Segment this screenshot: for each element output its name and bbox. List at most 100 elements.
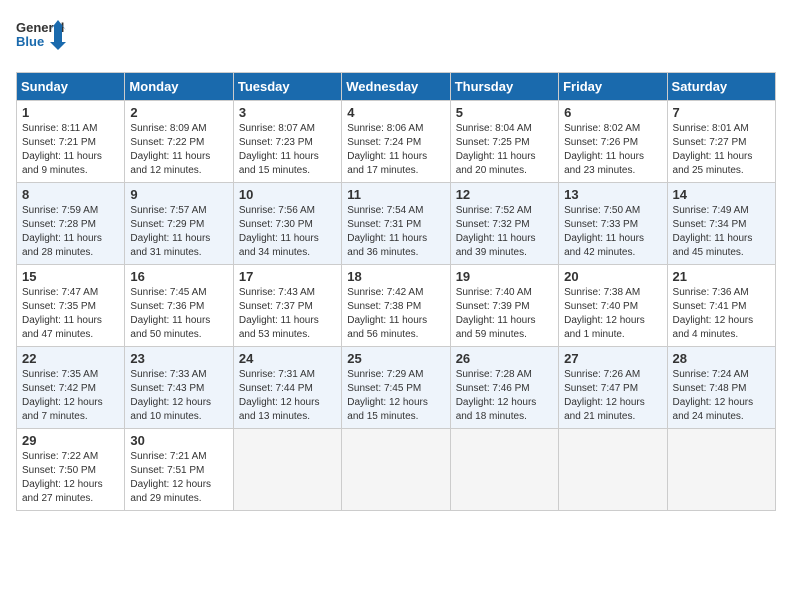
cell-content: Sunrise: 7:40 AMSunset: 7:39 PMDaylight:… — [456, 287, 536, 340]
day-number: 3 — [239, 105, 336, 120]
day-header-sunday: Sunday — [17, 73, 125, 101]
day-number: 23 — [130, 351, 227, 366]
cell-content: Sunrise: 7:59 AMSunset: 7:28 PMDaylight:… — [22, 205, 102, 258]
day-number: 26 — [456, 351, 553, 366]
calendar-week-row: 22 Sunrise: 7:35 AMSunset: 7:42 PMDayligh… — [17, 347, 776, 429]
day-header-friday: Friday — [559, 73, 667, 101]
calendar-cell: 11 Sunrise: 7:54 AMSunset: 7:31 PMDayligh… — [342, 183, 450, 265]
calendar-week-row: 8 Sunrise: 7:59 AMSunset: 7:28 PMDaylight… — [17, 183, 776, 265]
calendar-cell: 25 Sunrise: 7:29 AMSunset: 7:45 PMDayligh… — [342, 347, 450, 429]
calendar-body: 1 Sunrise: 8:11 AMSunset: 7:21 PMDaylight… — [17, 101, 776, 511]
calendar-cell: 4Sunrise: 8:06 AMSunset: 7:24 PMDaylight… — [342, 101, 450, 183]
calendar-table: SundayMondayTuesdayWednesdayThursdayFrid… — [16, 72, 776, 511]
day-number: 13 — [564, 187, 661, 202]
cell-content: Sunrise: 7:38 AMSunset: 7:40 PMDaylight:… — [564, 287, 645, 340]
cell-content: Sunrise: 7:33 AMSunset: 7:43 PMDaylight:… — [130, 369, 211, 422]
calendar-cell — [450, 429, 558, 511]
day-number: 20 — [564, 269, 661, 284]
day-number: 25 — [347, 351, 444, 366]
day-number: 1 — [22, 105, 119, 120]
cell-content: Sunrise: 8:02 AMSunset: 7:26 PMDaylight:… — [564, 123, 644, 176]
calendar-cell: 16 Sunrise: 7:45 AMSunset: 7:36 PMDayligh… — [125, 265, 233, 347]
calendar-header-row: SundayMondayTuesdayWednesdayThursdayFrid… — [17, 73, 776, 101]
calendar-cell: 8 Sunrise: 7:59 AMSunset: 7:28 PMDaylight… — [17, 183, 125, 265]
calendar-cell — [667, 429, 775, 511]
cell-content: Sunrise: 7:42 AMSunset: 7:38 PMDaylight:… — [347, 287, 427, 340]
day-number: 5 — [456, 105, 553, 120]
day-number: 18 — [347, 269, 444, 284]
cell-content: Sunrise: 8:11 AMSunset: 7:21 PMDaylight:… — [22, 123, 102, 176]
cell-content: Sunrise: 7:31 AMSunset: 7:44 PMDaylight:… — [239, 369, 320, 422]
day-number: 7 — [673, 105, 770, 120]
calendar-cell: 18 Sunrise: 7:42 AMSunset: 7:38 PMDayligh… — [342, 265, 450, 347]
cell-content: Sunrise: 7:43 AMSunset: 7:37 PMDaylight:… — [239, 287, 319, 340]
day-number: 22 — [22, 351, 119, 366]
calendar-cell: 12 Sunrise: 7:52 AMSunset: 7:32 PMDayligh… — [450, 183, 558, 265]
cell-content: Sunrise: 7:36 AMSunset: 7:41 PMDaylight:… — [673, 287, 754, 340]
calendar-cell: 13 Sunrise: 7:50 AMSunset: 7:33 PMDayligh… — [559, 183, 667, 265]
day-number: 9 — [130, 187, 227, 202]
day-header-monday: Monday — [125, 73, 233, 101]
day-number: 12 — [456, 187, 553, 202]
day-number: 8 — [22, 187, 119, 202]
cell-content: Sunrise: 7:57 AMSunset: 7:29 PMDaylight:… — [130, 205, 210, 258]
calendar-cell: 6 Sunrise: 8:02 AMSunset: 7:26 PMDaylight… — [559, 101, 667, 183]
cell-content: Sunrise: 7:21 AMSunset: 7:51 PMDaylight:… — [130, 451, 211, 504]
calendar-cell: 29 Sunrise: 7:22 AMSunset: 7:50 PMDayligh… — [17, 429, 125, 511]
day-number: 11 — [347, 187, 444, 202]
day-number: 27 — [564, 351, 661, 366]
day-number: 21 — [673, 269, 770, 284]
cell-content: Sunrise: 7:47 AMSunset: 7:35 PMDaylight:… — [22, 287, 102, 340]
calendar-cell — [559, 429, 667, 511]
calendar-cell: 26Sunrise: 7:28 AMSunset: 7:46 PMDayligh… — [450, 347, 558, 429]
calendar-cell: 9 Sunrise: 7:57 AMSunset: 7:29 PMDaylight… — [125, 183, 233, 265]
calendar-cell: 21 Sunrise: 7:36 AMSunset: 7:41 PMDayligh… — [667, 265, 775, 347]
calendar-cell — [342, 429, 450, 511]
cell-content: Sunrise: 7:49 AMSunset: 7:34 PMDaylight:… — [673, 205, 753, 258]
calendar-cell: 22 Sunrise: 7:35 AMSunset: 7:42 PMDayligh… — [17, 347, 125, 429]
day-number: 29 — [22, 433, 119, 448]
day-number: 15 — [22, 269, 119, 284]
cell-content: Sunrise: 7:45 AMSunset: 7:36 PMDaylight:… — [130, 287, 210, 340]
calendar-cell: 20 Sunrise: 7:38 AMSunset: 7:40 PMDayligh… — [559, 265, 667, 347]
cell-content: Sunrise: 7:54 AMSunset: 7:31 PMDaylight:… — [347, 205, 427, 258]
cell-content: Sunrise: 7:50 AMSunset: 7:33 PMDaylight:… — [564, 205, 644, 258]
cell-content: Sunrise: 7:22 AMSunset: 7:50 PMDaylight:… — [22, 451, 103, 504]
calendar-week-row: 15 Sunrise: 7:47 AMSunset: 7:35 PMDayligh… — [17, 265, 776, 347]
day-header-wednesday: Wednesday — [342, 73, 450, 101]
calendar-cell: 3 Sunrise: 8:07 AMSunset: 7:23 PMDaylight… — [233, 101, 341, 183]
calendar-cell: 5 Sunrise: 8:04 AMSunset: 7:25 PMDaylight… — [450, 101, 558, 183]
cell-content: Sunrise: 8:09 AMSunset: 7:22 PMDaylight:… — [130, 123, 210, 176]
calendar-cell: 24Sunrise: 7:31 AMSunset: 7:44 PMDayligh… — [233, 347, 341, 429]
calendar-week-row: 1 Sunrise: 8:11 AMSunset: 7:21 PMDaylight… — [17, 101, 776, 183]
cell-content: Sunrise: 7:29 AMSunset: 7:45 PMDaylight:… — [347, 369, 428, 422]
day-number: 19 — [456, 269, 553, 284]
calendar-cell: 17Sunrise: 7:43 AMSunset: 7:37 PMDayligh… — [233, 265, 341, 347]
logo-svg: General Blue — [16, 16, 66, 60]
calendar-cell: 2Sunrise: 8:09 AMSunset: 7:22 PMDaylight… — [125, 101, 233, 183]
day-number: 14 — [673, 187, 770, 202]
day-number: 10 — [239, 187, 336, 202]
calendar-week-row: 29 Sunrise: 7:22 AMSunset: 7:50 PMDayligh… — [17, 429, 776, 511]
calendar-cell: 28Sunrise: 7:24 AMSunset: 7:48 PMDayligh… — [667, 347, 775, 429]
day-header-thursday: Thursday — [450, 73, 558, 101]
calendar-cell: 10 Sunrise: 7:56 AMSunset: 7:30 PMDayligh… — [233, 183, 341, 265]
cell-content: Sunrise: 8:07 AMSunset: 7:23 PMDaylight:… — [239, 123, 319, 176]
cell-content: Sunrise: 7:52 AMSunset: 7:32 PMDaylight:… — [456, 205, 536, 258]
svg-text:Blue: Blue — [16, 34, 44, 49]
day-number: 4 — [347, 105, 444, 120]
day-number: 16 — [130, 269, 227, 284]
day-number: 6 — [564, 105, 661, 120]
day-number: 28 — [673, 351, 770, 366]
cell-content: Sunrise: 8:04 AMSunset: 7:25 PMDaylight:… — [456, 123, 536, 176]
calendar-cell — [233, 429, 341, 511]
cell-content: Sunrise: 7:35 AMSunset: 7:42 PMDaylight:… — [22, 369, 103, 422]
calendar-cell: 7 Sunrise: 8:01 AMSunset: 7:27 PMDaylight… — [667, 101, 775, 183]
cell-content: Sunrise: 7:26 AMSunset: 7:47 PMDaylight:… — [564, 369, 645, 422]
cell-content: Sunrise: 8:01 AMSunset: 7:27 PMDaylight:… — [673, 123, 753, 176]
calendar-cell: 1 Sunrise: 8:11 AMSunset: 7:21 PMDaylight… — [17, 101, 125, 183]
calendar-cell: 30Sunrise: 7:21 AMSunset: 7:51 PMDayligh… — [125, 429, 233, 511]
calendar-cell: 23 Sunrise: 7:33 AMSunset: 7:43 PMDayligh… — [125, 347, 233, 429]
cell-content: Sunrise: 7:56 AMSunset: 7:30 PMDaylight:… — [239, 205, 319, 258]
calendar-cell: 14 Sunrise: 7:49 AMSunset: 7:34 PMDayligh… — [667, 183, 775, 265]
